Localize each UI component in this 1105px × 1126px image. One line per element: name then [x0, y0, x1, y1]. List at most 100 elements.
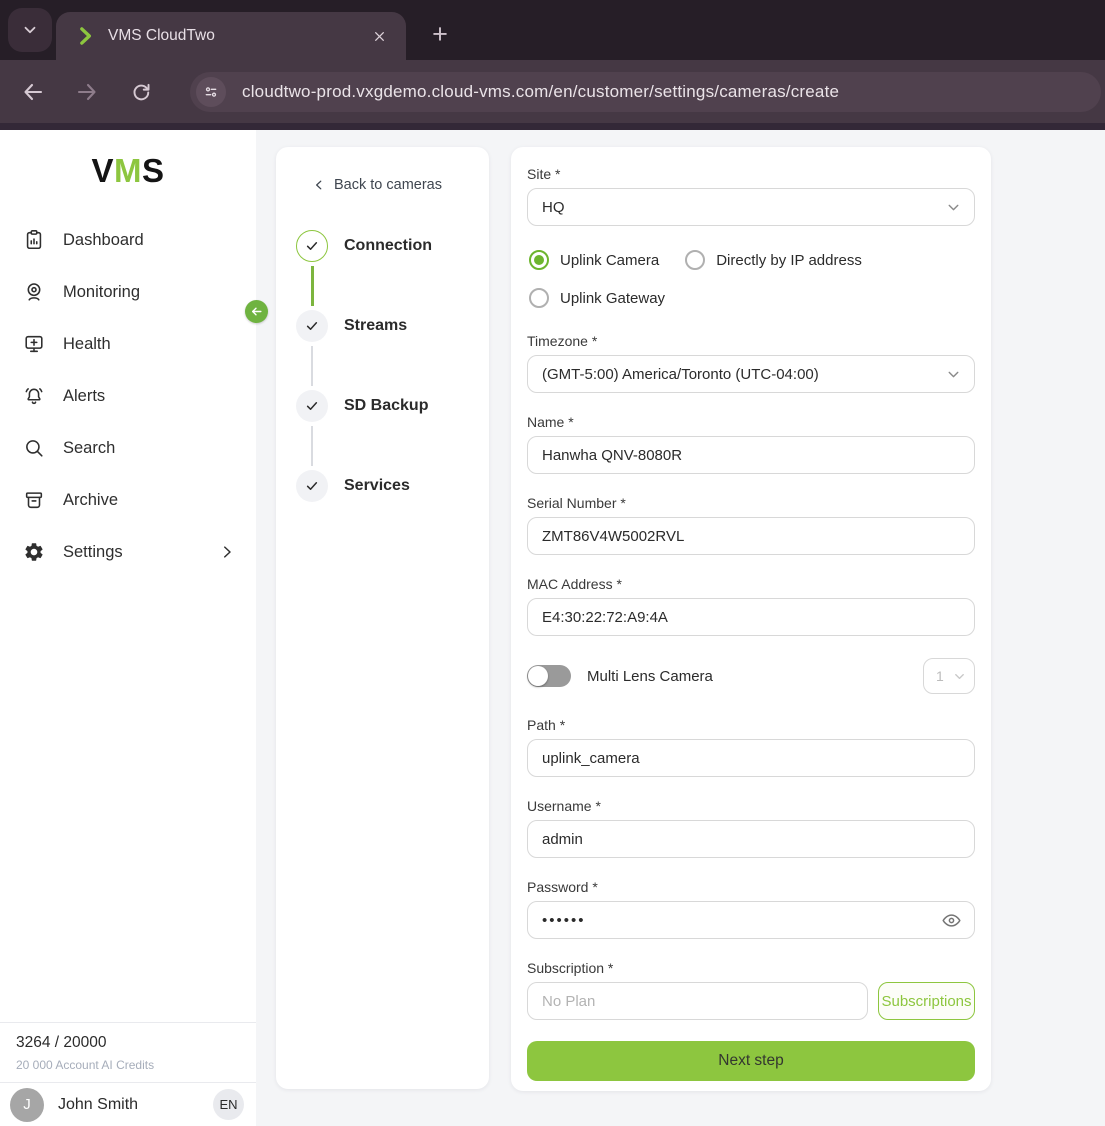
serial-number-input[interactable] [527, 517, 975, 555]
sidebar-item-label: Monitoring [63, 283, 140, 302]
language-badge[interactable]: EN [213, 1089, 244, 1120]
mac-address-input[interactable] [527, 598, 975, 636]
subscriptions-button[interactable]: Subscriptions [878, 982, 975, 1020]
name-label: Name * [527, 414, 975, 430]
ai-credits-used: 3264 / 20000 [16, 1034, 240, 1052]
sidebar-item-health[interactable]: Health [0, 318, 256, 370]
sidebar-item-label: Search [63, 439, 115, 458]
site-value: HQ [542, 199, 565, 216]
sidebar-item-label: Dashboard [63, 231, 144, 250]
tab-search-button[interactable] [8, 8, 52, 52]
password-input[interactable] [527, 901, 975, 939]
back-link-label: Back to cameras [334, 177, 442, 193]
step-label: Streams [344, 317, 407, 335]
site-field: Site * HQ [527, 166, 975, 226]
name-field: Name * [527, 414, 975, 474]
username-input[interactable] [527, 820, 975, 858]
radio-label[interactable]: Uplink Camera [560, 252, 659, 269]
mac-address-field: MAC Address * [527, 576, 975, 636]
chrome-bottom-border [0, 123, 1105, 130]
step-check-icon [296, 470, 328, 502]
vms-logo: VMS [0, 152, 256, 190]
radio-uplink-camera[interactable] [529, 250, 549, 270]
ai-credits-block: 3264 / 20000 20 000 Account AI Credits [0, 1022, 256, 1082]
sidebar-collapse-button[interactable] [245, 300, 268, 323]
sidebar-nav: Dashboard Monitoring Health Alerts [0, 214, 256, 578]
password-field: Password * [527, 879, 975, 939]
step-check-icon [296, 230, 328, 262]
step-connection[interactable]: Connection [296, 230, 489, 262]
multi-lens-toggle[interactable] [527, 665, 571, 687]
browser-tab[interactable]: VMS CloudTwo [56, 12, 406, 60]
radio-uplink-gateway[interactable] [529, 288, 549, 308]
app-page: VMS Dashboard Monitoring Health [0, 130, 1105, 1126]
logo-letter-s: S [142, 152, 165, 189]
user-name: John Smith [58, 1096, 138, 1114]
url-text[interactable]: cloudtwo-prod.vxgdemo.cloud-vms.com/en/c… [242, 82, 839, 102]
radio-directly-by-ip[interactable] [685, 250, 705, 270]
site-label: Site * [527, 166, 975, 182]
tab-close-icon[interactable] [366, 23, 392, 49]
reload-icon[interactable] [124, 75, 158, 109]
sidebar-item-alerts[interactable]: Alerts [0, 370, 256, 422]
alerts-icon [22, 384, 46, 408]
password-label: Password * [527, 879, 975, 895]
forward-icon[interactable] [70, 75, 104, 109]
sidebar-item-archive[interactable]: Archive [0, 474, 256, 526]
radio-label[interactable]: Uplink Gateway [560, 290, 665, 307]
sidebar-item-search[interactable]: Search [0, 422, 256, 474]
connection-type-radio-group: Uplink Camera Directly by IP address Upl… [529, 250, 973, 308]
back-icon[interactable] [16, 75, 50, 109]
arrow-left-icon [250, 305, 263, 318]
avatar[interactable]: J [10, 1088, 44, 1122]
sidebar-item-monitoring[interactable]: Monitoring [0, 266, 256, 318]
path-input[interactable] [527, 739, 975, 777]
timezone-select[interactable]: (GMT-5:00) America/Toronto (UTC-04:00) [527, 355, 975, 393]
back-to-cameras-link[interactable]: Back to cameras [312, 177, 489, 193]
eye-icon[interactable] [940, 909, 962, 931]
lens-count-value: 1 [936, 668, 944, 684]
url-bar[interactable]: cloudtwo-prod.vxgdemo.cloud-vms.com/en/c… [190, 72, 1101, 112]
timezone-field: Timezone * (GMT-5:00) America/Toronto (U… [527, 333, 975, 393]
radio-row: Uplink Camera Directly by IP address [529, 250, 973, 270]
subscription-input[interactable] [527, 982, 868, 1020]
wizard-steps: Connection Streams SD Backup [296, 230, 489, 502]
wizard-stepper-panel: Back to cameras Connection Streams [276, 147, 489, 1089]
archive-icon [22, 488, 46, 512]
step-streams[interactable]: Streams [296, 310, 489, 342]
lens-count-select[interactable]: 1 [923, 658, 975, 694]
new-tab-button[interactable]: + [420, 14, 460, 54]
logo-letter-v: V [91, 152, 114, 189]
chevron-right-icon [218, 543, 236, 561]
step-label: SD Backup [344, 397, 428, 415]
monitoring-icon [22, 280, 46, 304]
browser-chrome: VMS CloudTwo + cloudtwo-prod.vxgdemo.clo… [0, 0, 1105, 130]
path-field: Path * [527, 717, 975, 777]
user-menu[interactable]: J John Smith EN [0, 1082, 256, 1126]
ai-credits-label: 20 000 Account AI Credits [16, 1058, 240, 1072]
step-label: Services [344, 477, 410, 495]
sidebar-bottom: 3264 / 20000 20 000 Account AI Credits J… [0, 1022, 256, 1126]
dashboard-icon [22, 228, 46, 252]
sidebar-item-settings[interactable]: Settings [0, 526, 256, 578]
step-services[interactable]: Services [296, 470, 489, 502]
sidebar-item-label: Health [63, 335, 111, 354]
step-label: Connection [344, 237, 432, 255]
radio-label[interactable]: Directly by IP address [716, 252, 862, 269]
serial-number-field: Serial Number * [527, 495, 975, 555]
site-select[interactable]: HQ [527, 188, 975, 226]
site-info-icon[interactable] [196, 77, 226, 107]
vms-favicon-icon [76, 26, 96, 46]
chevron-down-icon [952, 669, 967, 684]
sidebar-item-dashboard[interactable]: Dashboard [0, 214, 256, 266]
tab-title: VMS CloudTwo [108, 27, 366, 45]
step-sd-backup[interactable]: SD Backup [296, 390, 489, 422]
subscription-label: Subscription * [527, 960, 975, 976]
serial-number-label: Serial Number * [527, 495, 975, 511]
radio-row: Uplink Gateway [529, 288, 973, 308]
chevron-down-icon [945, 199, 962, 216]
next-step-button[interactable]: Next step [527, 1041, 975, 1081]
name-input[interactable] [527, 436, 975, 474]
logo-letter-m: M [114, 152, 142, 189]
toggle-knob [528, 666, 548, 686]
